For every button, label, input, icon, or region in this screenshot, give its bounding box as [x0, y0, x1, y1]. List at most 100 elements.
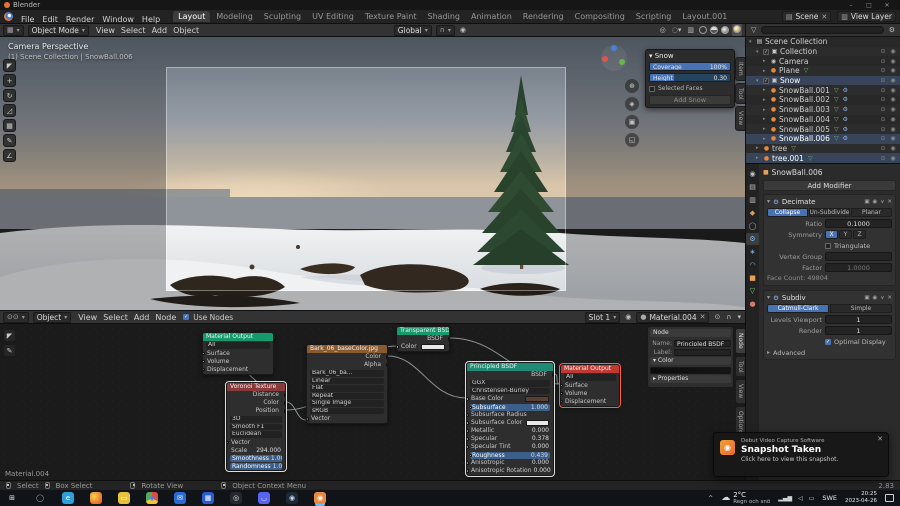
- overlays-toggle-icon[interactable]: ◌▾: [671, 26, 683, 34]
- voronoi-texture-node[interactable]: Voronoi Texture Distance Color Position 3D S…: [225, 381, 287, 472]
- annotate-tool-icon[interactable]: ✎: [3, 344, 16, 357]
- display-render-icon[interactable]: ◉: [873, 199, 878, 205]
- clock[interactable]: 20:25 2023-04-26: [845, 491, 877, 505]
- symmetry-axis-button[interactable]: Z: [853, 230, 866, 239]
- node-row[interactable]: Randomness1.000: [230, 462, 282, 470]
- node-row[interactable]: Subsurface 1.000: [470, 403, 550, 411]
- properties-tab-icon[interactable]: ▤: [746, 181, 759, 193]
- display-viewport-icon[interactable]: ▣: [864, 199, 869, 205]
- viewport-nav-icon[interactable]: ⊕: [625, 79, 639, 93]
- shader-sidebar-tab[interactable]: Tool: [735, 355, 745, 378]
- shader-sidebar-tab[interactable]: View: [735, 379, 745, 404]
- snow-slider[interactable]: Coverage 100%: [649, 62, 731, 71]
- node-row[interactable]: Displacement: [561, 398, 619, 406]
- outliner-row[interactable]: ▸ ✓ ◉ Camera ⊙ ◉: [746, 56, 900, 66]
- collection-checkbox[interactable]: ✓: [763, 77, 769, 84]
- node-row[interactable]: Vector: [307, 415, 387, 423]
- output-socket[interactable]: [283, 409, 285, 413]
- properties-tab-icon[interactable]: ◯: [746, 220, 759, 232]
- display-viewport-icon[interactable]: ▣: [864, 295, 869, 301]
- symmetry-axis-button[interactable]: X: [825, 230, 838, 239]
- shader-sidebar-tab[interactable]: Node: [735, 328, 745, 354]
- tray-icon[interactable]: ◁: [798, 495, 803, 502]
- node-row[interactable]: Color: [307, 353, 387, 361]
- snap-icon[interactable]: ∩: [725, 313, 732, 321]
- input-socket[interactable]: [467, 445, 469, 449]
- advanced-caret[interactable]: ▸: [767, 349, 770, 356]
- snow-panel-title[interactable]: ▾ Snow: [649, 52, 731, 62]
- workspace-tab[interactable]: Modeling: [211, 11, 257, 22]
- input-socket[interactable]: [561, 399, 563, 404]
- node-row[interactable]: Smooth F1: [230, 423, 282, 430]
- tray-expand-caret[interactable]: ^: [708, 495, 713, 502]
- node-row[interactable]: Vector: [227, 439, 285, 447]
- delete-modifier-icon[interactable]: ✕: [887, 295, 892, 301]
- properties-tab-icon[interactable]: ●: [746, 298, 759, 310]
- workspace-tab[interactable]: UV Editing: [307, 11, 359, 22]
- select-tool-icon[interactable]: ◤: [3, 329, 16, 342]
- node-row[interactable]: Position: [227, 407, 285, 415]
- slot-selector[interactable]: Slot 1 ▾: [584, 311, 621, 323]
- taskbar-app-icon[interactable]: [90, 492, 102, 504]
- close-button[interactable]: ✕: [878, 2, 896, 9]
- node-row[interactable]: 3D: [230, 416, 282, 423]
- node-row[interactable]: Base Color: [467, 395, 553, 403]
- toast-close-icon[interactable]: ✕: [877, 435, 883, 443]
- node-row[interactable]: Single Image: [310, 400, 384, 407]
- viewport-nav-icon[interactable]: ▣: [625, 115, 639, 129]
- input-socket[interactable]: [561, 383, 563, 388]
- taskbar-app-icon[interactable]: ▦: [202, 492, 214, 504]
- viewport-canvas[interactable]: Camera Perspective (1) Scene Collection …: [0, 37, 745, 310]
- outliner-row[interactable]: ▸ ✓ ● SnowBall.003 ▽ ⚙ ⊙ ◉: [746, 105, 900, 115]
- proportional-edit-icon[interactable]: ◉: [459, 26, 467, 34]
- node-panel-title[interactable]: Node: [650, 329, 731, 337]
- input-socket[interactable]: [203, 351, 205, 356]
- decimate-mode-tab[interactable]: Un-Subdivide: [809, 208, 850, 217]
- workspace-tab[interactable]: Animation: [466, 11, 517, 22]
- input-socket[interactable]: [467, 461, 469, 465]
- node-row[interactable]: Linear: [310, 377, 384, 384]
- hide-viewport-icon[interactable]: ⊙: [879, 145, 887, 152]
- disable-render-icon[interactable]: ◉: [889, 96, 897, 103]
- taskbar-app-icon[interactable]: ▭: [118, 492, 130, 504]
- workspace-tab[interactable]: Sculpting: [259, 11, 306, 22]
- viewport-tool-icon[interactable]: ▦: [3, 119, 16, 132]
- snow-slider[interactable]: Height 0.30: [649, 73, 731, 82]
- tray-icon[interactable]: ▂▄▆: [778, 495, 792, 502]
- node-row[interactable]: Color: [397, 343, 449, 351]
- shader-menu[interactable]: Select: [100, 313, 131, 322]
- optimal-display-checkbox[interactable]: ✓: [825, 338, 831, 345]
- viewport-menu[interactable]: View: [93, 26, 118, 35]
- input-socket[interactable]: [467, 421, 469, 425]
- extras-icon[interactable]: ∨: [880, 295, 884, 301]
- topbar-menu[interactable]: Help: [138, 15, 164, 24]
- scene-selector[interactable]: ▤ Scene ✕: [781, 11, 832, 22]
- collection-checkbox[interactable]: ✓: [763, 48, 769, 55]
- selected-faces-checkbox[interactable]: [649, 85, 655, 92]
- viewport-menu[interactable]: Select: [118, 26, 149, 35]
- add-modifier-button[interactable]: Add Modifier: [763, 180, 896, 191]
- snap-toggle[interactable]: ∩ ▾: [435, 24, 455, 36]
- notification-center-icon[interactable]: [885, 494, 894, 502]
- axis-x-icon[interactable]: [602, 56, 608, 62]
- hide-viewport-icon[interactable]: ⊙: [879, 58, 887, 65]
- input-socket[interactable]: [397, 345, 399, 349]
- outliner-row[interactable]: ▸ ✓ ● SnowBall.005 ▽ ⚙ ⊙ ◉: [746, 124, 900, 134]
- disable-render-icon[interactable]: ◉: [889, 135, 897, 142]
- workspace-tab[interactable]: Layout: [173, 11, 211, 22]
- render-field[interactable]: 1: [825, 326, 892, 335]
- workspace-tab[interactable]: Scripting: [631, 11, 677, 22]
- material-output-node-2[interactable]: Material Output All Surface Volume Displace…: [559, 363, 621, 408]
- advanced-label[interactable]: Advanced: [773, 349, 805, 357]
- filter-icon[interactable]: ▽: [750, 26, 757, 34]
- expand-caret[interactable]: ▾: [767, 294, 770, 301]
- input-socket[interactable]: [203, 367, 205, 372]
- hide-viewport-icon[interactable]: ⊙: [879, 87, 887, 94]
- color-section-header[interactable]: ▾ Color: [650, 357, 731, 365]
- add-snow-button[interactable]: Add Snow: [649, 95, 731, 105]
- outliner-options-icon[interactable]: ⚙: [888, 26, 896, 34]
- taskbar-app-icon[interactable]: ✉: [174, 492, 186, 504]
- outliner-row[interactable]: ▸ ✓ ● Plane ▽ ⊙ ◉: [746, 66, 900, 76]
- node-row[interactable]: All: [564, 374, 616, 381]
- outliner-search-input[interactable]: [761, 26, 884, 34]
